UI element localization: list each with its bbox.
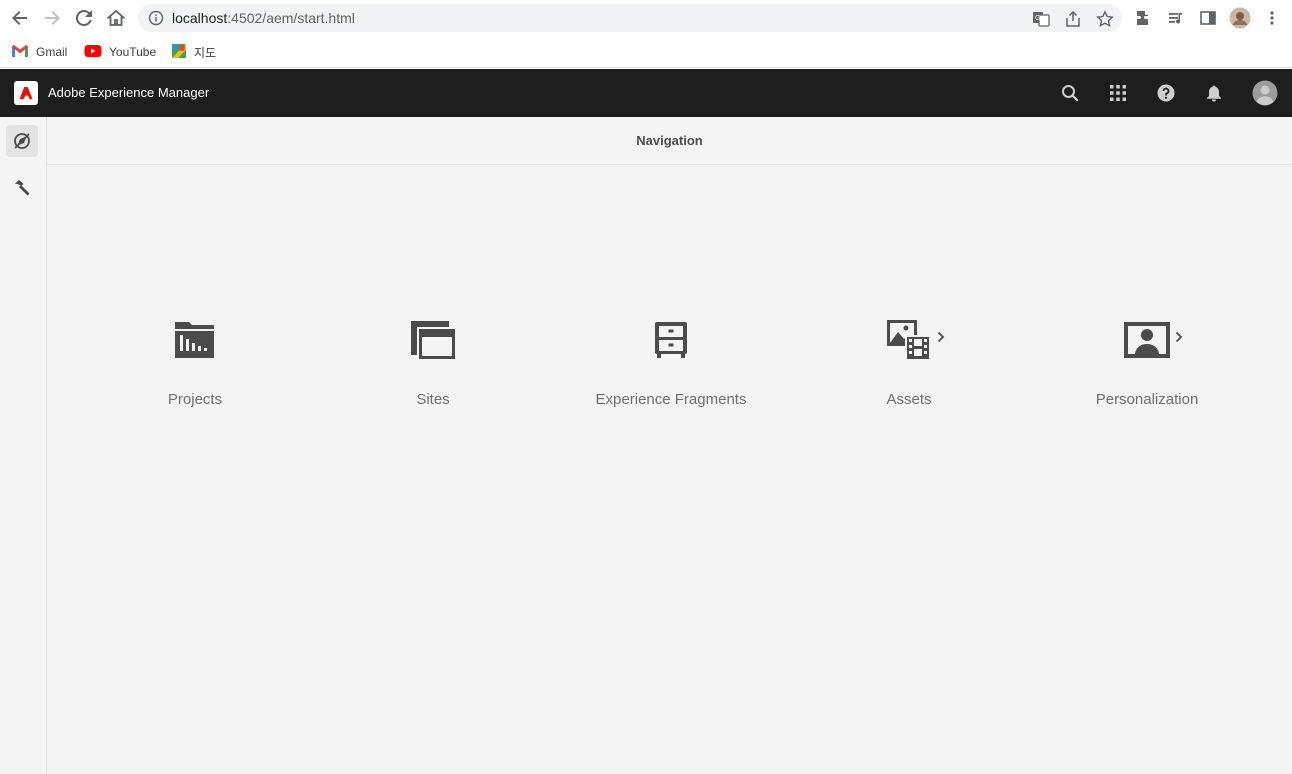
avatar-icon[interactable]: [1252, 80, 1278, 106]
experience-fragments-icon: [653, 320, 689, 365]
forward-icon[interactable]: [40, 6, 64, 30]
url-text: localhost:4502/aem/start.html: [172, 10, 355, 26]
adobe-logo-icon[interactable]: [14, 81, 38, 105]
share-icon[interactable]: [1064, 10, 1082, 28]
personalization-icon: [1123, 320, 1171, 365]
tile-projects[interactable]: Projects: [95, 317, 295, 417]
address-bar[interactable]: localhost:4502/aem/start.html G: [138, 4, 1122, 32]
tile-sites[interactable]: Sites: [333, 317, 533, 417]
tile-assets[interactable]: Assets: [809, 317, 1009, 417]
side-panel-icon[interactable]: [1196, 6, 1220, 30]
help-icon[interactable]: [1154, 81, 1178, 105]
projects-icon: [173, 320, 217, 365]
tile-personalization[interactable]: Personalization: [1047, 317, 1247, 417]
profile-avatar-icon[interactable]: [1228, 6, 1252, 30]
browser-menu-icon[interactable]: [1260, 6, 1284, 30]
browser-toolbar: localhost:4502/aem/start.html G: [0, 0, 1292, 36]
chevron-right-icon: [1175, 330, 1183, 348]
search-icon[interactable]: [1058, 81, 1082, 105]
site-info-icon[interactable]: [148, 10, 164, 31]
back-icon[interactable]: [8, 6, 32, 30]
navigation-compass-icon[interactable]: [6, 125, 38, 157]
bookmark-star-icon[interactable]: [1096, 10, 1114, 28]
sites-icon: [409, 319, 457, 366]
page-title: Navigation: [636, 133, 703, 148]
bell-icon[interactable]: [1202, 81, 1226, 105]
tile-label: Experience Fragments: [595, 391, 747, 408]
bookmark-gmail[interactable]: Gmail: [11, 42, 67, 62]
page-header: Navigation: [47, 117, 1292, 165]
apps-grid-icon[interactable]: [1106, 81, 1130, 105]
media-control-icon[interactable]: [1164, 6, 1188, 30]
bookmark-youtube[interactable]: YouTube: [84, 42, 156, 62]
gmail-icon: [11, 44, 29, 61]
main-content: Navigation Projects Sites Experience Fra…: [47, 117, 1292, 774]
maps-icon: [171, 43, 187, 62]
tile-label: Personalization: [1095, 391, 1199, 408]
left-rail: [0, 117, 47, 774]
tools-hammer-icon[interactable]: [6, 172, 38, 204]
aem-header: Adobe Experience Manager: [0, 69, 1292, 117]
app-title[interactable]: Adobe Experience Manager: [48, 85, 209, 100]
assets-icon: [885, 318, 933, 367]
tile-label: Sites: [416, 391, 450, 408]
tile-label: Projects: [167, 391, 223, 408]
reload-icon[interactable]: [72, 6, 96, 30]
chevron-right-icon: [937, 330, 945, 348]
bookmarks-bar: Gmail YouTube 지도: [0, 36, 1292, 68]
extensions-icon[interactable]: [1132, 6, 1156, 30]
home-icon[interactable]: [104, 6, 128, 30]
youtube-icon: [84, 44, 102, 61]
bookmark-maps[interactable]: 지도: [171, 42, 216, 62]
translate-icon[interactable]: G: [1032, 10, 1050, 28]
svg-text:G: G: [1035, 15, 1040, 22]
tile-experience-fragments[interactable]: Experience Fragments: [571, 317, 771, 417]
tile-label: Assets: [886, 391, 932, 408]
